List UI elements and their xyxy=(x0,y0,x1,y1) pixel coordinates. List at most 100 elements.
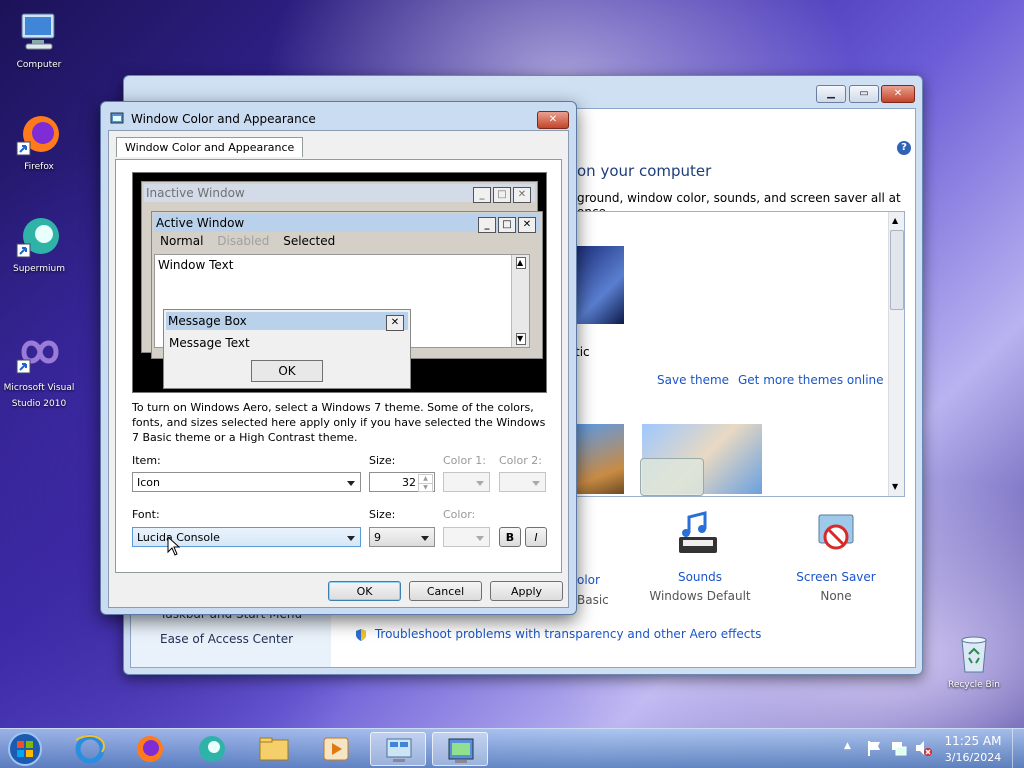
shield-icon xyxy=(355,628,367,642)
start-button[interactable] xyxy=(6,731,44,767)
desktop-icon-recycle-bin[interactable]: Recycle Bin xyxy=(938,630,1010,690)
maximize-icon: □ xyxy=(498,217,516,233)
item-selected-value: Icon xyxy=(137,476,160,489)
show-hidden-icons[interactable]: ▲ xyxy=(844,741,851,751)
desktop-icon-visual-studio[interactable]: Microsoft Visual Studio 2010 xyxy=(3,330,75,412)
window-color-dialog: Window Color and Appearance ✕ Window Col… xyxy=(100,101,577,615)
taskbar-explorer[interactable] xyxy=(246,732,302,766)
taskbar-control-panel[interactable] xyxy=(370,732,426,766)
taskbar-firefox[interactable] xyxy=(122,732,178,766)
network-icon[interactable] xyxy=(890,739,908,760)
desktop-icon-label: Firefox xyxy=(24,162,54,172)
chevron-down-icon xyxy=(476,481,484,486)
active-window-caption: Active Window _ □ ✕ xyxy=(154,214,540,233)
taskbar-internet-explorer[interactable] xyxy=(62,732,118,766)
window-color-label: olor xyxy=(577,573,600,587)
color1-label: Color 1: xyxy=(443,454,486,467)
cancel-button[interactable]: Cancel xyxy=(409,581,482,601)
screen-saver-setting[interactable]: Screen Saver None xyxy=(781,511,891,611)
desktop-icon-firefox[interactable]: Firefox xyxy=(3,112,75,172)
bold-toggle[interactable]: B xyxy=(499,527,521,547)
taskbar-window-color[interactable] xyxy=(432,732,488,766)
recycle-bin-icon xyxy=(951,630,997,676)
scroll-thumb[interactable] xyxy=(890,230,904,310)
theme-thumbnail-selected[interactable] xyxy=(640,458,704,496)
item-size-stepper[interactable]: 32 ▲ ▼ xyxy=(369,472,435,492)
troubleshoot-link[interactable]: Troubleshoot problems with transparency … xyxy=(375,627,762,641)
media-player-icon xyxy=(323,737,349,761)
sounds-icon xyxy=(675,511,725,559)
volume-muted-icon[interactable] xyxy=(914,739,932,760)
preview-message-box: Message Box ✕ Message Text OK xyxy=(163,309,411,389)
chevron-down-icon xyxy=(532,481,540,486)
minimize-button[interactable]: ▁ xyxy=(816,85,846,103)
left-link-ease-of-access[interactable]: Ease of Access Center xyxy=(160,632,293,646)
scroll-up-arrow[interactable]: ▲ xyxy=(892,216,898,225)
stepper-down-icon[interactable]: ▼ xyxy=(418,483,433,492)
font-size-select[interactable]: 9 xyxy=(369,527,435,547)
dialog-app-icon xyxy=(110,112,124,125)
flag-icon[interactable] xyxy=(866,739,882,760)
message-box-caption: Message Box ✕ xyxy=(166,312,408,331)
theme-thumbnail[interactable] xyxy=(576,246,624,324)
desktop-icon-label: Supermium xyxy=(13,264,65,274)
taskbar-media-player[interactable] xyxy=(308,732,364,766)
themes-list[interactable]: tic Save theme Get more themes online ▲ … xyxy=(571,211,905,497)
color1-picker[interactable] xyxy=(443,472,490,492)
dialog-close-button[interactable]: ✕ xyxy=(537,111,569,129)
window-color-icon xyxy=(448,738,474,763)
minimize-icon: _ xyxy=(478,217,496,233)
font-color-label: Color: xyxy=(443,508,476,521)
scroll-down-arrow[interactable]: ▼ xyxy=(892,482,898,491)
help-icon[interactable]: ? xyxy=(897,141,911,155)
ok-button[interactable]: OK xyxy=(328,581,401,601)
font-label: Font: xyxy=(132,508,160,521)
font-size-label: Size: xyxy=(369,508,396,521)
page-heading: on your computer xyxy=(577,162,712,180)
supermium-icon xyxy=(199,736,225,762)
close-button[interactable]: ✕ xyxy=(881,85,915,103)
save-theme-link[interactable]: Save theme xyxy=(657,373,729,387)
appearance-preview[interactable]: Inactive Window _ □ ✕ Active Window _ □ … xyxy=(132,172,547,393)
theme-thumbnail[interactable] xyxy=(576,424,624,494)
themes-scrollbar[interactable]: ▲ ▼ xyxy=(888,212,904,496)
get-more-themes-link[interactable]: Get more themes online xyxy=(738,373,884,387)
item-label: Item: xyxy=(132,454,161,467)
desktop-icon-label: Computer xyxy=(16,60,62,70)
sounds-value: Windows Default xyxy=(649,589,751,603)
apply-button[interactable]: Apply xyxy=(490,581,563,601)
desktop-icon-label: Recycle Bin xyxy=(948,680,1000,690)
item-select[interactable]: Icon xyxy=(132,472,361,492)
folder-icon xyxy=(259,737,289,761)
sounds-label: Sounds xyxy=(677,570,723,584)
window-color-setting[interactable]: olor Basic xyxy=(571,511,611,607)
clock-date[interactable]: 3/16/2024 xyxy=(944,751,1002,764)
clock-time[interactable]: 11:25 AM xyxy=(944,734,1002,748)
message-box-text: Message Text xyxy=(169,336,250,350)
close-icon: ✕ xyxy=(513,187,531,203)
chevron-down-icon xyxy=(476,536,484,541)
scroll-up-arrow: ▲ xyxy=(516,257,526,269)
desktop-icon-computer[interactable]: Computer xyxy=(3,10,75,70)
italic-toggle[interactable]: I xyxy=(525,527,547,547)
message-box-title: Message Box xyxy=(168,314,247,328)
desktop-icon-supermium[interactable]: Supermium xyxy=(3,214,75,274)
troubleshoot-row[interactable]: Troubleshoot problems with transparency … xyxy=(355,627,761,642)
preview-window-text: Window Text xyxy=(158,258,234,272)
taskbar-supermium[interactable] xyxy=(184,732,240,766)
color2-picker[interactable] xyxy=(499,472,546,492)
font-size-value: 9 xyxy=(374,531,381,544)
font-color-picker[interactable] xyxy=(443,527,490,547)
screen-saver-icon xyxy=(811,511,861,559)
maximize-button[interactable]: ▭ xyxy=(849,85,879,103)
internet-explorer-icon xyxy=(75,734,105,764)
inactive-window-caption: Inactive Window _ □ ✕ xyxy=(144,184,535,203)
sounds-setting[interactable]: Sounds Windows Default xyxy=(645,511,755,611)
firefox-icon xyxy=(16,112,62,158)
dialog-title: Window Color and Appearance xyxy=(131,112,316,126)
firefox-icon xyxy=(137,736,163,762)
show-desktop-button[interactable] xyxy=(1012,729,1024,768)
item-size-value: 32 xyxy=(402,476,416,489)
inactive-window-title: Inactive Window xyxy=(146,186,245,200)
tab-window-color[interactable]: Window Color and Appearance xyxy=(116,137,304,157)
